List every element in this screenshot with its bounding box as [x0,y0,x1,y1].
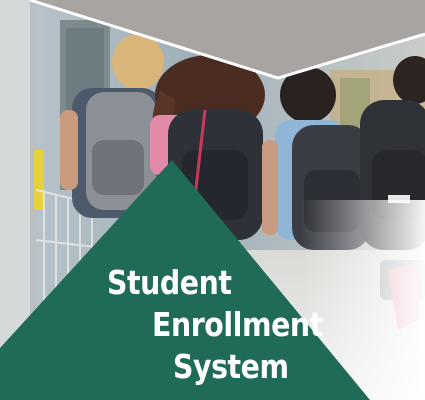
hero-photo [0,0,425,400]
hero-banner: Student Enrollment System [0,0,425,400]
